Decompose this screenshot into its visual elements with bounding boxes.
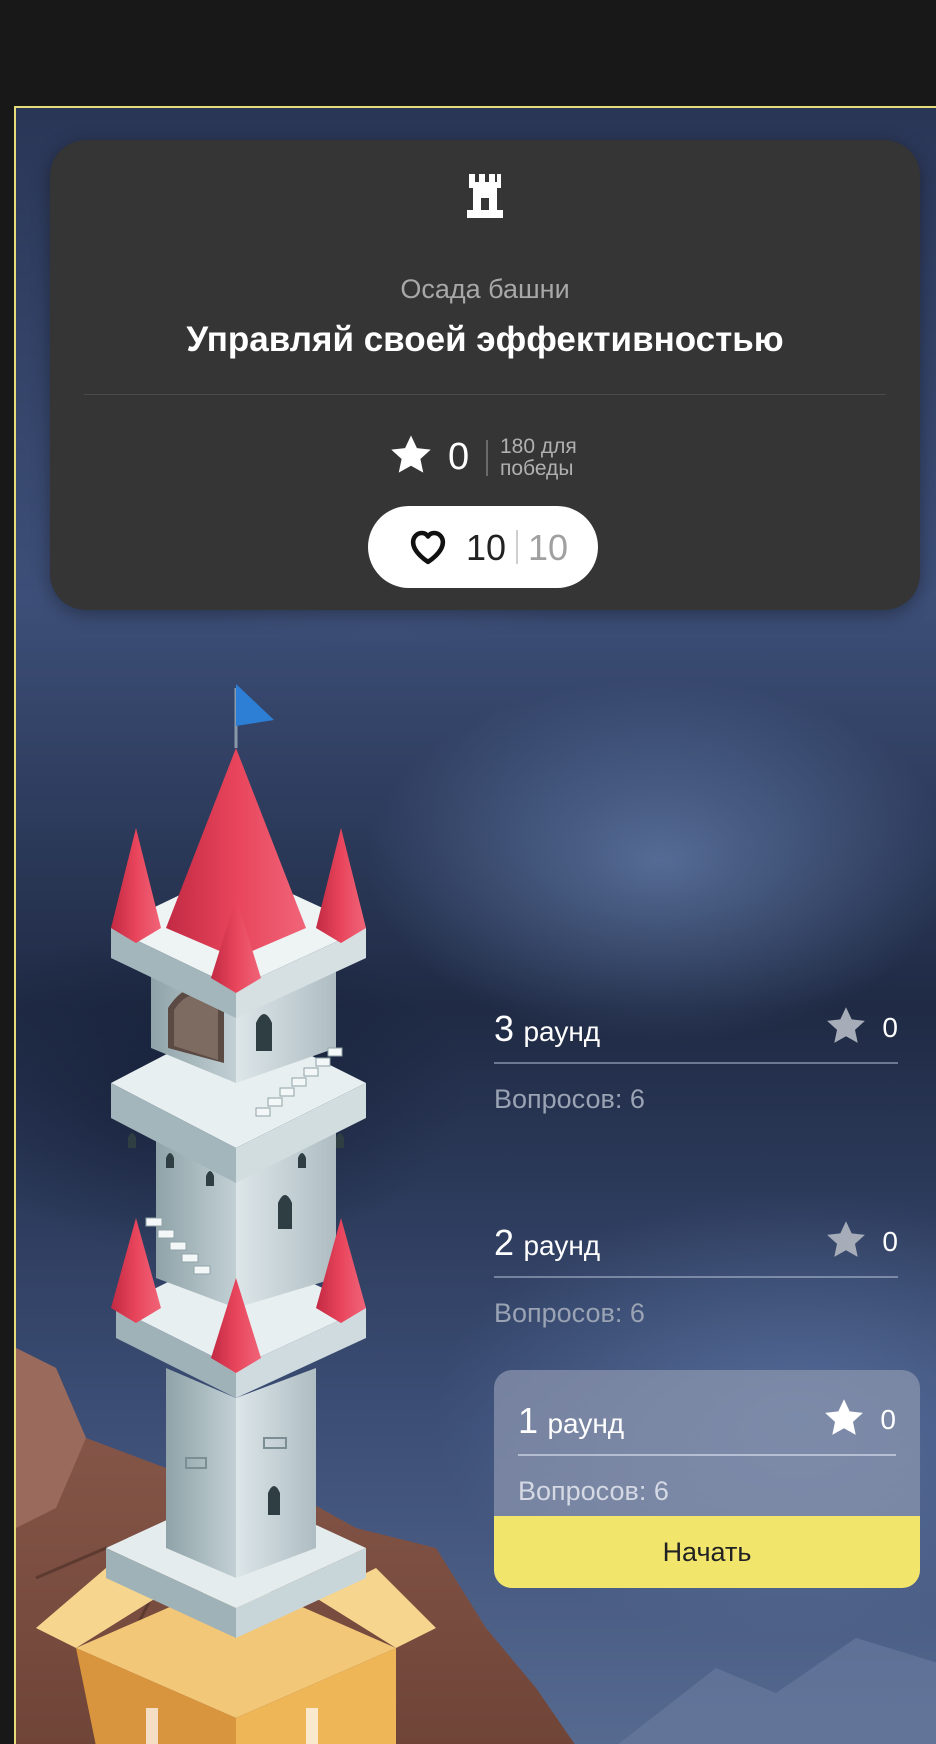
lives-pill: 10 10 (368, 506, 598, 588)
round-score: 0 (882, 1012, 898, 1043)
header-card: Осада башни Управляй своей эффективность… (50, 140, 920, 610)
tower-icon (467, 174, 503, 218)
round-score: 0 (880, 1404, 896, 1435)
score-value: 0 (448, 436, 470, 478)
score-row: 0 180 для победы (50, 410, 920, 490)
round-1-card[interactable]: 1 раунд 0 Вопросов: 6 Начать (494, 1370, 920, 1588)
round-title: 1 раунд (518, 1400, 625, 1441)
round-divider (494, 1276, 898, 1278)
round-questions: Вопросов: 6 (518, 1476, 669, 1506)
start-button[interactable]: Начать (494, 1516, 920, 1588)
game-subtitle: Осада башни (400, 274, 570, 304)
star-icon (827, 1007, 865, 1043)
heart-icon (410, 530, 446, 565)
score-goal: 180 для победы (500, 435, 577, 480)
score-separator (486, 440, 488, 476)
star-icon (391, 435, 431, 473)
round-divider (494, 1062, 898, 1064)
lives-max: 10 (528, 527, 569, 568)
round-title: 2 раунд (494, 1222, 601, 1263)
round-questions: Вопросов: 6 (494, 1084, 645, 1114)
round-score: 0 (882, 1226, 898, 1257)
star-icon (827, 1221, 865, 1257)
game-frame: Осада башни Управляй своей эффективность… (14, 106, 936, 1744)
game-title: Управляй своей эффективностью (186, 320, 784, 359)
top-bar (0, 0, 936, 106)
lives-separator (516, 530, 518, 564)
divider (84, 394, 886, 395)
round-questions: Вопросов: 6 (494, 1298, 645, 1328)
round-title: 3 раунд (494, 1008, 601, 1049)
round-divider (518, 1454, 896, 1456)
star-icon (825, 1399, 863, 1435)
lives-current: 10 (466, 527, 507, 568)
